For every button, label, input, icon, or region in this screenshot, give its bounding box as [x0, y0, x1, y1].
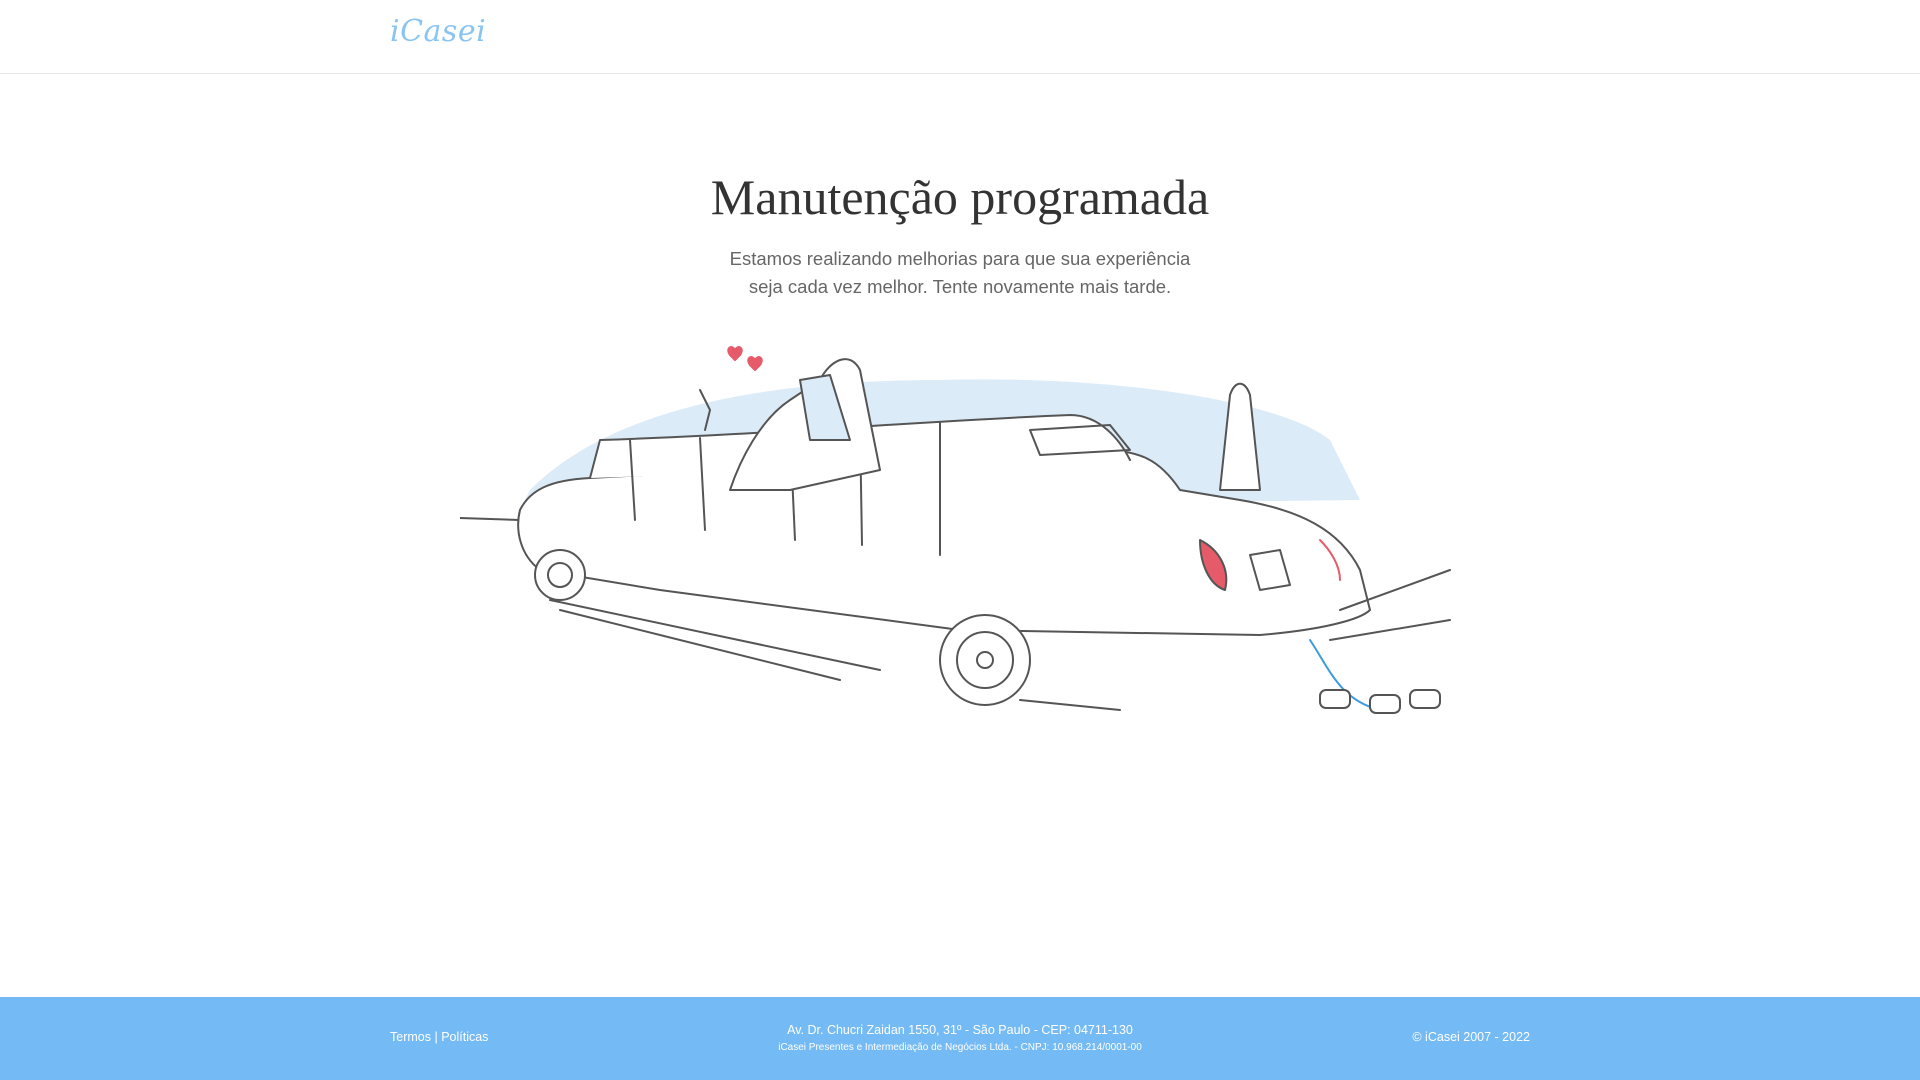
icasei-logo[interactable]: iCasei: [390, 14, 486, 49]
rear-wheel: [939, 614, 1031, 706]
front-wheel: [534, 549, 586, 601]
maintenance-content: Manutenção programada Estamos realizando…: [0, 74, 1920, 301]
page-subtitle: Estamos realizando melhorias para que su…: [720, 245, 1200, 301]
footer-copyright: © iCasei 2007 - 2022: [1412, 1030, 1530, 1044]
header: iCasei: [0, 0, 1920, 74]
footer: Termos | Políticas Av. Dr. Chucri Zaidan…: [0, 997, 1920, 1080]
page-title: Manutenção programada: [710, 169, 1210, 225]
footer-address-block: Av. Dr. Chucri Zaidan 1550, 31º - São Pa…: [0, 1023, 1920, 1053]
footer-address: Av. Dr. Chucri Zaidan 1550, 31º - São Pa…: [787, 1023, 1133, 1037]
footer-company: iCasei Presentes e Intermediação de Negó…: [778, 1042, 1142, 1053]
subtitle-line-2: seja cada vez melhor. Tente novamente ma…: [748, 276, 1172, 297]
subtitle-line-1: Estamos realizando melhorias para que su…: [729, 248, 1191, 269]
lamp-post: [1219, 382, 1261, 491]
limousine-illustration: [460, 346, 1451, 714]
